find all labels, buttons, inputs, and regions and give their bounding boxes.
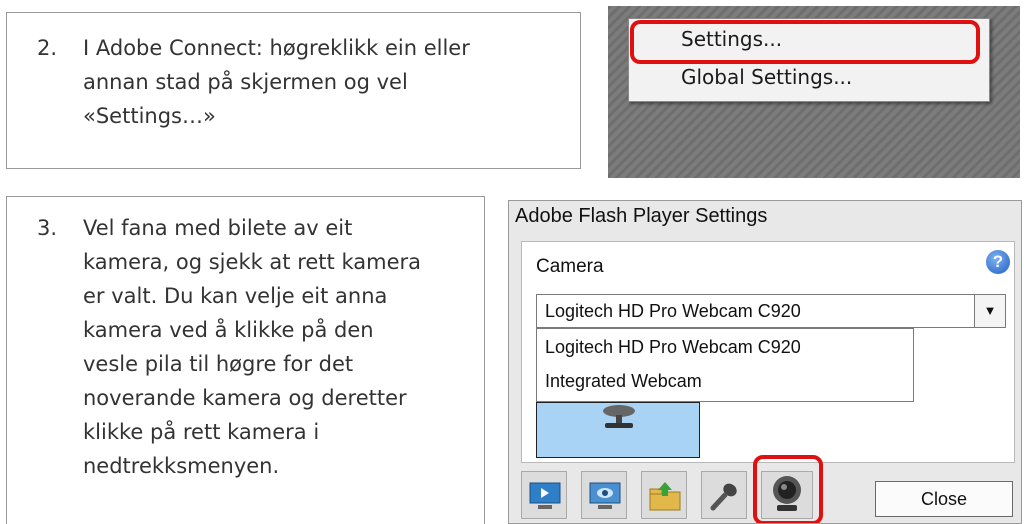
microphone-icon [710,483,737,511]
context-menu-screenshot: Settings... Global Settings... [608,6,1020,178]
settings-highlight [630,20,980,64]
dialog-title: Adobe Flash Player Settings [515,205,768,227]
local-storage-icon [649,482,681,511]
close-button[interactable]: Close [875,481,1013,517]
menu-item-global-settings[interactable]: Global Settings... [681,65,852,89]
camera-label: Camera [536,256,604,277]
camera-select-value: Logitech HD Pro Webcam C920 [545,301,801,321]
camera-select[interactable]: Logitech HD Pro Webcam C920 ▼ [536,294,1006,328]
camera-panel: Camera ? Logitech HD Pro Webcam C920 ▼ L… [521,241,1015,463]
step-2-box: 2. I Adobe Connect: høgreklikk ein eller… [6,12,581,169]
webcam-preview-icon [603,405,635,428]
camera-option-logitech[interactable]: Logitech HD Pro Webcam C920 [545,337,801,358]
chevron-down-icon[interactable]: ▼ [974,295,1005,327]
step-3-number: 3. [37,216,58,240]
tab-local-storage[interactable] [641,471,687,519]
tab-display[interactable] [581,471,627,519]
step-2-text: I Adobe Connect: høgreklikk ein eller an… [83,36,470,128]
camera-preview [536,402,700,458]
tab-privacy[interactable] [521,471,567,519]
display-icon [589,482,621,509]
camera-options-list: Logitech HD Pro Webcam C920 Integrated W… [536,328,914,402]
camera-tab-highlight [753,455,823,523]
tab-microphone[interactable] [701,471,747,519]
step-3-text: Vel fana med bilete av eit kamera, og sj… [83,216,421,478]
flash-settings-dialog: Adobe Flash Player Settings Camera ? Log… [508,200,1022,524]
help-icon[interactable]: ? [986,250,1010,274]
privacy-icon [529,482,561,509]
camera-option-integrated[interactable]: Integrated Webcam [545,371,702,392]
step-2-number: 2. [37,36,58,60]
step-3-box: 3. Vel fana med bilete av eit kamera, og… [6,196,485,524]
